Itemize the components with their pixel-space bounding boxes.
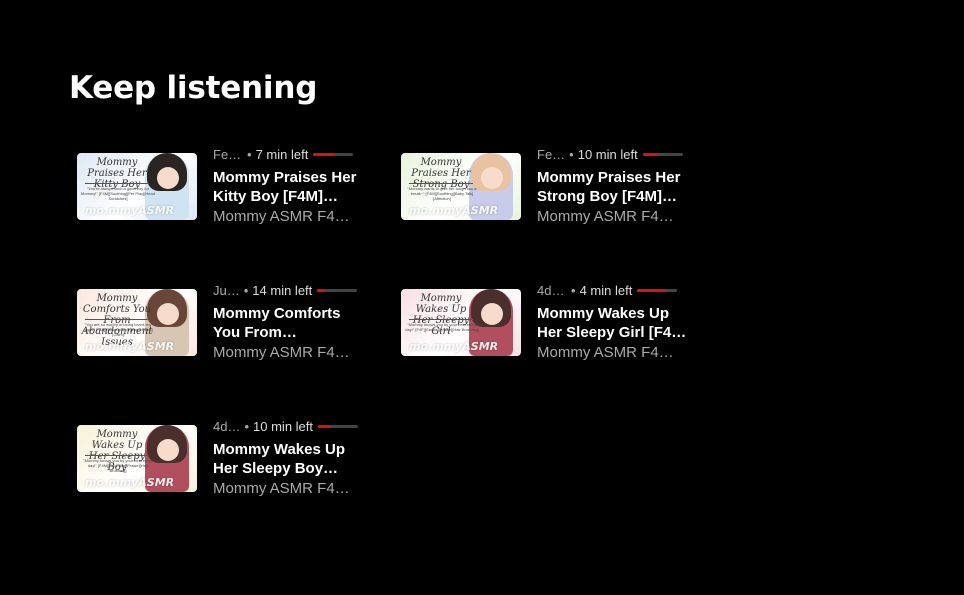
video-meta: Fe… • 10 min left (537, 147, 687, 162)
thumbnail-subtitle: "Mommy knows you by your best every day!… (83, 458, 153, 473)
channel-name[interactable]: Mommy ASMR F4… (537, 208, 687, 225)
video-meta: Ju… • 14 min left (213, 283, 363, 298)
channel-name[interactable]: Mommy ASMR F4… (213, 208, 363, 225)
watch-progress-bar (313, 153, 354, 156)
video-date: Ju… (213, 283, 240, 298)
thumbnail-brand: mo.mmyASMR (85, 476, 175, 489)
video-date: 4d… (213, 419, 241, 434)
thumbnail-brand: mo.mmyASMR (85, 204, 175, 217)
video-date: Fe… (537, 147, 566, 162)
video-card-1[interactable]: Mommy Praises Her Kitty Boy "You're alwa… (77, 144, 367, 234)
video-meta: 4d… • 10 min left (213, 419, 363, 434)
video-card-4[interactable]: Mommy Wakes Up Her Sleepy Girl "Mommy kn… (401, 280, 691, 370)
watch-progress-bar (637, 289, 678, 292)
time-left: 10 min left (253, 419, 314, 434)
watch-progress-bar (318, 425, 359, 428)
video-thumbnail[interactable]: Mommy Comforts You From Abandonment Issu… (77, 289, 197, 356)
video-title[interactable]: Mommy Wakes Up Her Sleepy Boy… (213, 440, 363, 478)
video-date: Feb… (213, 147, 243, 162)
video-thumbnail[interactable]: Mommy Praises Her Strong Boy "Mommy want… (401, 153, 521, 220)
thumbnail-brand: mo.mmyASMR (85, 340, 175, 353)
thumbnail-brand: mo.mmyASMR (409, 204, 499, 217)
channel-name[interactable]: Mommy ASMR F4… (213, 344, 363, 361)
thumbnail-brand: mo.mmyASMR (409, 340, 499, 353)
video-title[interactable]: Mommy Praises Her Strong Boy [F4M]… (537, 168, 687, 206)
time-left: 10 min left (577, 147, 638, 162)
time-left: 14 min left (252, 283, 313, 298)
video-title[interactable]: Mommy Comforts You From… (213, 304, 363, 342)
section-title: Keep listening (69, 70, 318, 106)
thumbnail-subtitle: "You are so worthy of being loved, my an… (83, 322, 153, 337)
channel-name[interactable]: Mommy ASMR F4… (537, 344, 687, 361)
video-thumbnail[interactable]: Mommy Praises Her Kitty Boy "You're alwa… (77, 153, 197, 220)
watch-progress-bar (317, 289, 358, 292)
video-card-2[interactable]: Mommy Praises Her Strong Boy "Mommy want… (401, 144, 691, 234)
thumbnail-subtitle: "Mommy knows you by your best every day!… (405, 322, 479, 332)
time-left: 4 min left (579, 283, 633, 298)
video-thumbnail[interactable]: Mommy Wakes Up Her Sleepy Girl "Mommy kn… (401, 289, 521, 356)
video-title[interactable]: Mommy Praises Her Kitty Boy [F4M]… (213, 168, 363, 206)
time-left: 7 min left (255, 147, 309, 162)
channel-name[interactable]: Mommy ASMR F4… (213, 480, 363, 497)
watch-progress-bar (642, 153, 683, 156)
video-title[interactable]: Mommy Wakes Up Her Sleepy Girl [F4… (537, 304, 687, 342)
video-date: 4d … (537, 283, 567, 298)
thumbnail-subtitle: "Mommy wants to give her tough boy a bre… (407, 186, 477, 201)
video-card-5[interactable]: Mommy Wakes Up Her Sleepy Boy "Mommy kno… (77, 416, 367, 506)
video-meta: 4d … • 4 min left (537, 283, 687, 298)
video-meta: Feb… • 7 min left (213, 147, 363, 162)
thumbnail-subtitle: "You're always such a good boy for Mommy… (81, 186, 155, 201)
video-card-3[interactable]: Mommy Comforts You From Abandonment Issu… (77, 280, 367, 370)
video-thumbnail[interactable]: Mommy Wakes Up Her Sleepy Boy "Mommy kno… (77, 425, 197, 492)
